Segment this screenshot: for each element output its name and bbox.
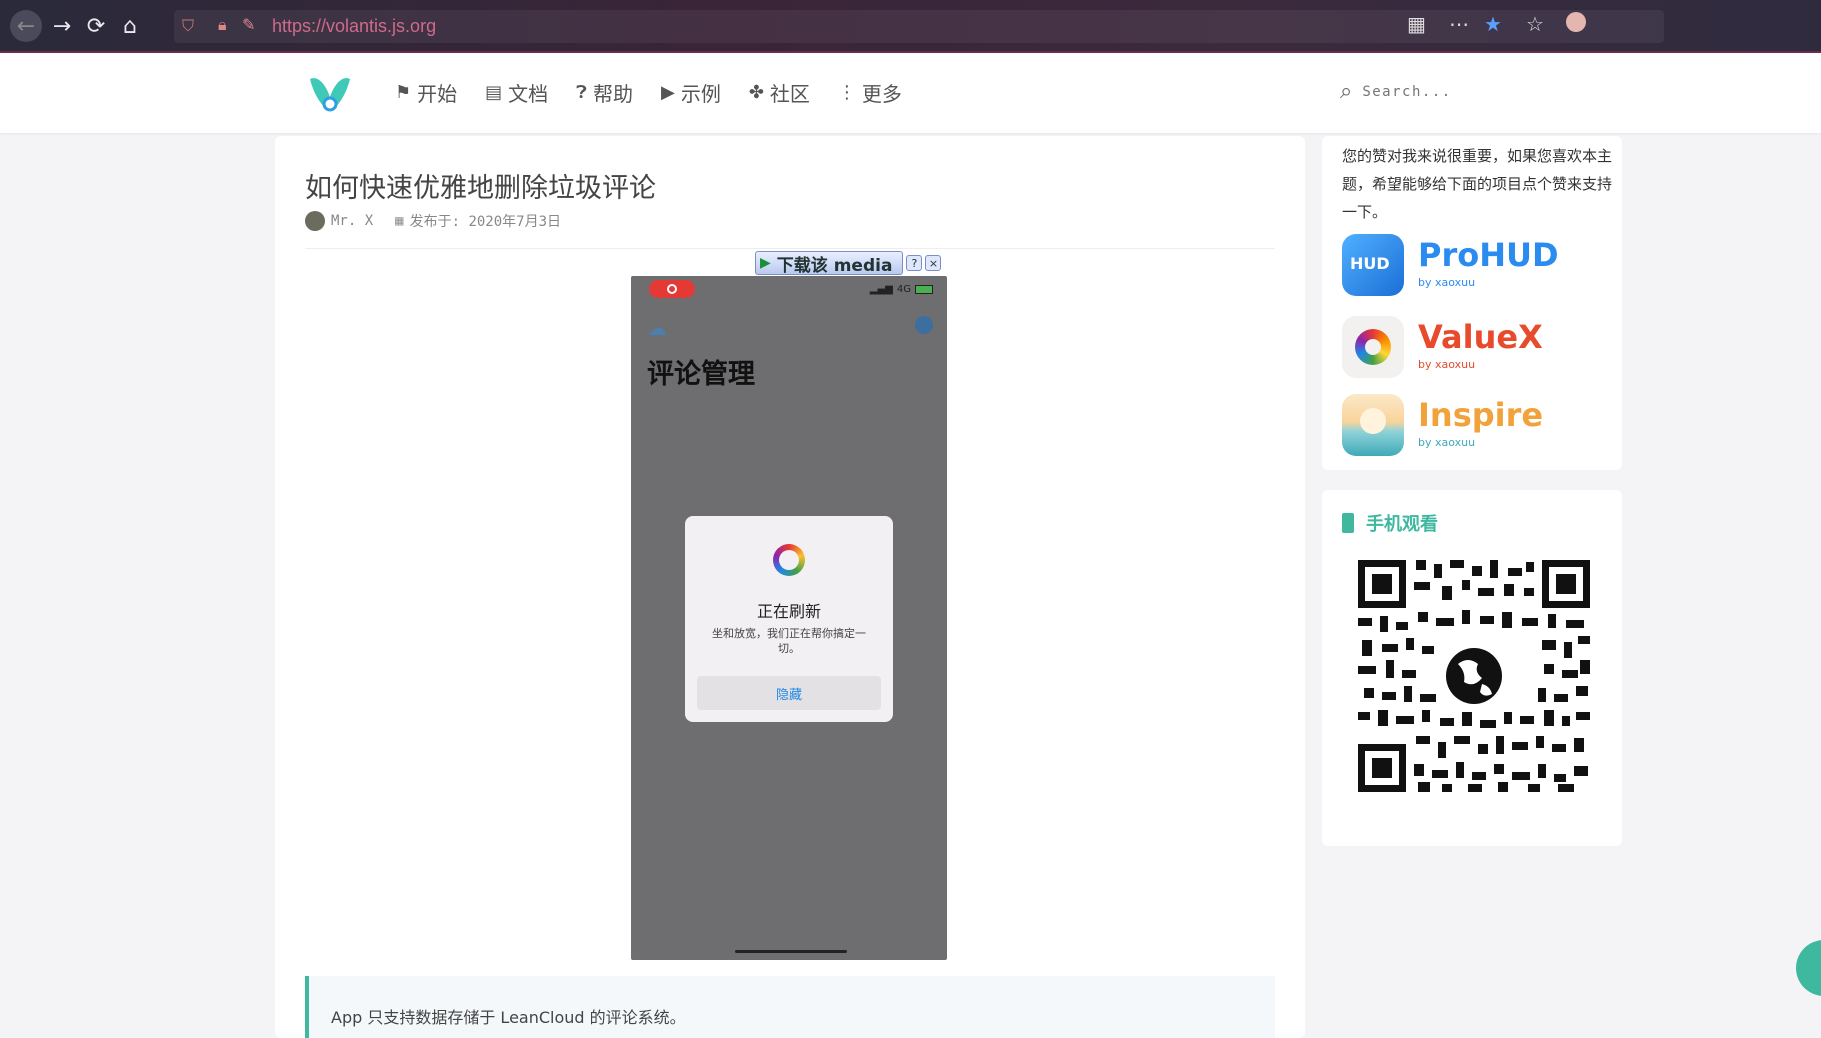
mobile-icon xyxy=(1342,513,1354,533)
app-author: by xaoxuu xyxy=(1418,276,1476,289)
dialog-message: 坐和放宽，我们正在帮你搞定一切。 xyxy=(712,627,866,655)
sidebar-qr-card: 手机观看 xyxy=(1322,490,1622,846)
author-name[interactable]: Mr. X xyxy=(331,213,373,229)
app-author: by xaoxuu xyxy=(1418,358,1476,371)
book-icon: ▤ xyxy=(485,82,503,103)
permissions-icon[interactable]: ✎ xyxy=(242,15,255,34)
home-icon[interactable]: ⌂ xyxy=(114,10,146,42)
phone-status-bar: ▂▄▆ 4G xyxy=(870,284,933,295)
close-icon[interactable]: × xyxy=(925,255,942,271)
nav-item-label: 社区 xyxy=(769,82,810,106)
home-indicator xyxy=(735,950,847,953)
refresh-dialog: 正在刷新 坐和放宽，我们正在帮你搞定一切。 隐藏 xyxy=(685,516,893,722)
fan-icon: ✤ xyxy=(748,82,764,103)
reload-icon[interactable]: ⟳ xyxy=(80,10,112,42)
nav-item-label: 示例 xyxy=(680,82,721,106)
app-author: by xaoxuu xyxy=(1418,436,1476,449)
address-bar[interactable]: ⛉ 🔒︎ ✎ https://volantis.js.org xyxy=(174,10,1664,43)
post-title: 如何快速优雅地删除垃圾评论 xyxy=(305,173,656,204)
search-input[interactable] xyxy=(1362,83,1523,100)
nav-item-label: 帮助 xyxy=(592,82,633,106)
search-box: ⌕ xyxy=(1340,79,1523,104)
valuex-app-icon xyxy=(1342,316,1404,378)
phone-screen-title: 评论管理 xyxy=(647,359,755,390)
app-link-prohud[interactable]: HUD ProHUD by xaoxuu xyxy=(1342,234,1602,298)
site-header: ⚑ 开始 ▤ 文档 ❓︎ 帮助 ▶ 示例 ✤ 社区 ⋮ 更多 ⌕ xyxy=(0,53,1821,133)
divider xyxy=(305,248,1275,249)
flag-icon: ⚑ xyxy=(395,82,412,103)
inspire-app-icon xyxy=(1342,394,1404,456)
qr-card-header: 手机观看 xyxy=(1342,510,1438,536)
sidebar-intro-text: 您的赞对我来说很重要，如果您喜欢本主题，希望能够给下面的项目点个赞来支持一下。 xyxy=(1342,147,1613,221)
post-date: 发布于: 2020年7月3日 xyxy=(409,214,562,230)
download-media-button[interactable]: ▶ 下载该 media xyxy=(755,251,904,276)
prohud-app-icon: HUD xyxy=(1342,234,1404,296)
article-card: 如何快速优雅地删除垃圾评论 Mr. X ▦ 发布于: 2020年7月3日 ▶ 下… xyxy=(275,136,1305,1038)
nav-item-start[interactable]: ⚑ 开始 xyxy=(395,78,457,107)
dialog-hide-button: 隐藏 xyxy=(697,676,881,710)
nav-item-label: 更多 xyxy=(861,82,902,106)
bookmarks-icon[interactable]: ☆ xyxy=(1526,12,1544,36)
post-meta: Mr. X ▦ 发布于: 2020年7月3日 xyxy=(305,211,561,231)
menu-dots-icon[interactable]: ⋯ xyxy=(1449,12,1469,36)
url-text[interactable]: https://volantis.js.org xyxy=(272,16,436,37)
nav-item-more[interactable]: ⋮ 更多 xyxy=(838,78,902,107)
nav-item-label: 开始 xyxy=(417,82,458,106)
calendar-icon: ▦ xyxy=(395,213,404,229)
qr-card-title: 手机观看 xyxy=(1366,514,1438,535)
network-label: 4G xyxy=(896,284,911,295)
bookmark-star-icon[interactable]: ★ xyxy=(1484,12,1502,36)
back-icon[interactable]: ← xyxy=(10,10,42,42)
help-icon[interactable]: ? xyxy=(906,255,923,271)
app-link-inspire[interactable]: Inspire by xaoxuu xyxy=(1342,394,1602,458)
qr-code-icon[interactable]: ▦ xyxy=(1407,12,1426,36)
phone-screenshot: ▂▄▆ 4G ☁ 评论管理 正在刷新 坐和放宽，我们正在帮你搞定一切。 隐藏 xyxy=(631,276,947,960)
media-download-bar: ▶ 下载该 media ? × xyxy=(755,251,942,276)
nav-item-help[interactable]: ❓︎ 帮助 xyxy=(576,78,633,107)
floating-action-button[interactable] xyxy=(1796,940,1821,996)
shield-icon[interactable]: ⛉ xyxy=(182,16,194,36)
signal-icon: ▂▄▆ xyxy=(869,284,893,295)
sidebar-support-card: 您的赞对我来说很重要，如果您喜欢本主题，希望能够给下面的项目点个赞来支持一下。 … xyxy=(1322,136,1622,470)
app-name: Inspire xyxy=(1418,396,1544,434)
forward-icon[interactable]: → xyxy=(46,10,78,42)
nav-item-label: 文档 xyxy=(508,82,549,106)
loading-spinner-icon xyxy=(773,544,805,576)
profile-avatar-icon[interactable] xyxy=(1566,12,1586,32)
nav-item-docs[interactable]: ▤ 文档 xyxy=(485,78,548,107)
nav-item-examples[interactable]: ▶ 示例 xyxy=(661,78,721,107)
qr-code-image xyxy=(1358,560,1590,792)
download-media-label: 下载该 media xyxy=(776,255,893,276)
battery-icon xyxy=(915,285,933,294)
app-name: ProHUD xyxy=(1418,236,1559,274)
person-icon xyxy=(915,316,933,334)
app-link-valuex[interactable]: ValueX by xaoxuu xyxy=(1342,316,1602,380)
app-name: ValueX xyxy=(1418,318,1543,356)
author-avatar[interactable] xyxy=(305,211,325,231)
dialog-title: 正在刷新 xyxy=(756,602,821,621)
recording-indicator xyxy=(649,280,695,298)
lock-icon[interactable]: 🔒︎ xyxy=(218,15,227,35)
nav-item-community[interactable]: ✤ 社区 xyxy=(749,78,810,107)
volantis-logo-icon[interactable] xyxy=(308,73,352,113)
play-circle-icon: ▶ xyxy=(660,82,675,103)
question-icon: ❓︎ xyxy=(576,82,587,103)
ellipsis-vertical-icon: ⋮ xyxy=(837,82,856,103)
cloud-icon: ☁ xyxy=(647,316,667,340)
search-icon[interactable]: ⌕ xyxy=(1340,79,1352,104)
browser-toolbar: ← → ⟳ ⌂ ⛉ 🔒︎ ✎ https://volantis.js.org ▦… xyxy=(0,0,1821,53)
note-block: App 只支持数据存储于 LeanCloud 的评论系统。 xyxy=(305,976,1275,1038)
play-icon: ▶ xyxy=(760,255,771,271)
